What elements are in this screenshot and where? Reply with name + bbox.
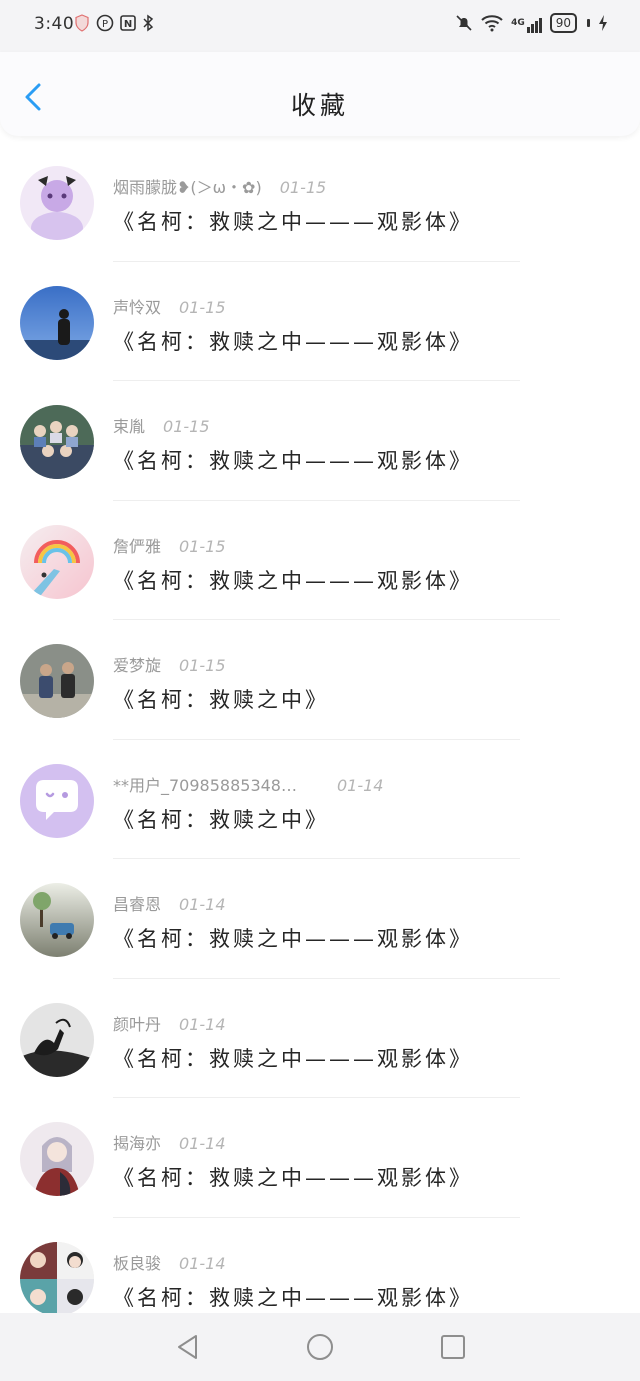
item-meta: 烟雨朦胧❥(＞ω・✿) 01-15 <box>113 174 326 198</box>
avatar[interactable] <box>20 644 94 718</box>
signal-4g-icon: 4G <box>511 13 542 33</box>
nfc-n-icon: N <box>120 15 136 31</box>
bluetooth-icon <box>143 14 154 32</box>
item-meta: 颜叶丹 01-14 <box>113 1011 226 1035</box>
item-date: 01-15 <box>179 297 226 317</box>
status-left-icons: P N <box>74 14 154 32</box>
username: **用户_709858853​48… <box>113 775 297 795</box>
nav-home-button[interactable] <box>306 1333 334 1361</box>
triangle-back-icon <box>178 1335 197 1359</box>
item-date: 01-14 <box>179 1134 226 1153</box>
username: 板良骏 <box>113 1253 162 1273</box>
svg-text:N: N <box>124 19 132 30</box>
svg-text:P: P <box>102 19 108 30</box>
avatar[interactable] <box>20 285 94 360</box>
item-meta: 揭海亦 01-14 <box>113 1130 226 1154</box>
nav-back-button[interactable] <box>174 1333 202 1361</box>
list-item[interactable]: 爱梦旋 01-15 《名柯：救赎之中》 <box>0 620 640 740</box>
favorites-list: 烟雨朦胧❥(＞ω・✿) 01-15 《名柯：救赎之中———观影体》 声怜双 01-1… <box>0 142 640 1337</box>
list-item[interactable]: 揭海亦 01-14 《名柯：救赎之中———观影体》 <box>0 1098 640 1218</box>
avatar[interactable] <box>20 1002 94 1077</box>
list-item[interactable]: 声怜双 01-15 《名柯：救赎之中———观影体》 <box>0 262 640 381</box>
item-date: 01-14 <box>179 1014 226 1034</box>
item-title[interactable]: 《名柯：救赎之中———观影体》 <box>113 206 473 236</box>
item-date: 01-14 <box>179 895 226 914</box>
item-meta: 昌睿恩 01-14 <box>113 891 226 915</box>
circle-home-icon <box>307 1334 333 1360</box>
network-label: 4G <box>511 18 525 28</box>
battery-tip <box>587 19 590 27</box>
list-item[interactable]: 烟雨朦胧❥(＞ω・✿) 01-15 《名柯：救赎之中———观影体》 <box>0 142 640 262</box>
avatar[interactable] <box>20 883 94 957</box>
list-item[interactable]: **用户_709858853​48… 01-14 《名柯：救赎之中》 <box>0 740 640 859</box>
avatar[interactable] <box>20 166 94 240</box>
list-item[interactable]: 昌睿恩 01-14 《名柯：救赎之中———观影体》 <box>0 859 640 979</box>
item-date: 01-14 <box>336 775 384 795</box>
username: 昌睿恩 <box>113 895 162 914</box>
square-recents-icon <box>441 1335 465 1359</box>
username: 烟雨朦胧❥(＞ω・✿) <box>113 178 262 197</box>
item-title[interactable]: 《名柯：救赎之中———观影体》 <box>113 326 473 356</box>
username: 爱梦旋 <box>113 656 162 675</box>
avatar[interactable] <box>20 1122 94 1196</box>
list-item[interactable]: 詹俨雅 01-15 《名柯：救赎之中———观影体》 <box>0 501 640 620</box>
avatar[interactable] <box>20 763 94 838</box>
system-nav-bar <box>0 1313 640 1381</box>
item-title[interactable]: 《名柯：救赎之中———观影体》 <box>113 1162 473 1192</box>
username: 詹俨雅 <box>113 536 162 556</box>
username: 揭海亦 <box>113 1134 162 1153</box>
item-title[interactable]: 《名柯：救赎之中———观影体》 <box>113 445 473 475</box>
list-item[interactable]: 颜叶丹 01-14 《名柯：救赎之中———观影体》 <box>0 979 640 1098</box>
item-title[interactable]: 《名柯：救赎之中》 <box>113 804 329 834</box>
item-meta: **用户_709858853​48… 01-14 <box>113 772 383 796</box>
username: 声怜双 <box>113 297 162 317</box>
item-title[interactable]: 《名柯：救赎之中》 <box>113 684 329 714</box>
username: 颜叶丹 <box>113 1014 162 1034</box>
battery-indicator: 90 <box>549 13 577 33</box>
charging-icon <box>599 15 607 31</box>
item-date: 01-15 <box>163 417 210 436</box>
item-date: 01-14 <box>179 1253 226 1273</box>
avatar[interactable] <box>20 524 94 599</box>
avatar[interactable] <box>20 1241 94 1316</box>
wifi-icon <box>481 15 503 32</box>
item-title[interactable]: 《名柯：救赎之中———观影体》 <box>113 923 473 953</box>
page-title: 收藏 <box>290 91 349 120</box>
item-date: 01-15 <box>179 536 226 556</box>
status-time: 3:40 <box>34 14 75 34</box>
top-app-bar: 收藏 <box>0 52 640 136</box>
status-bar: 3:40 P N 4G 90 <box>0 0 640 52</box>
item-meta: 束胤 01-15 <box>113 413 210 437</box>
mute-bell-icon <box>456 15 472 31</box>
list-item[interactable]: 束胤 01-15 《名柯：救赎之中———观影体》 <box>0 381 640 501</box>
item-meta: 詹俨雅 01-15 <box>113 533 226 557</box>
item-meta: 声怜双 01-15 <box>113 294 226 318</box>
item-meta: 板良骏 01-14 <box>113 1250 226 1274</box>
item-title[interactable]: 《名柯：救赎之中———观影体》 <box>113 1043 473 1073</box>
item-meta: 爱梦旋 01-15 <box>113 652 226 676</box>
battery-level: 90 <box>555 16 571 30</box>
item-title[interactable]: 《名柯：救赎之中———观影体》 <box>113 565 473 595</box>
item-date: 01-15 <box>179 656 226 675</box>
item-title[interactable]: 《名柯：救赎之中———观影体》 <box>113 1282 473 1312</box>
status-right-icons: 4G 90 <box>455 13 608 33</box>
username: 束胤 <box>113 417 146 436</box>
avatar[interactable] <box>20 405 94 479</box>
nfc-p-icon: P <box>96 14 114 32</box>
shield-icon <box>75 14 89 32</box>
nav-recents-button[interactable] <box>439 1333 467 1361</box>
item-date: 01-15 <box>279 178 327 197</box>
